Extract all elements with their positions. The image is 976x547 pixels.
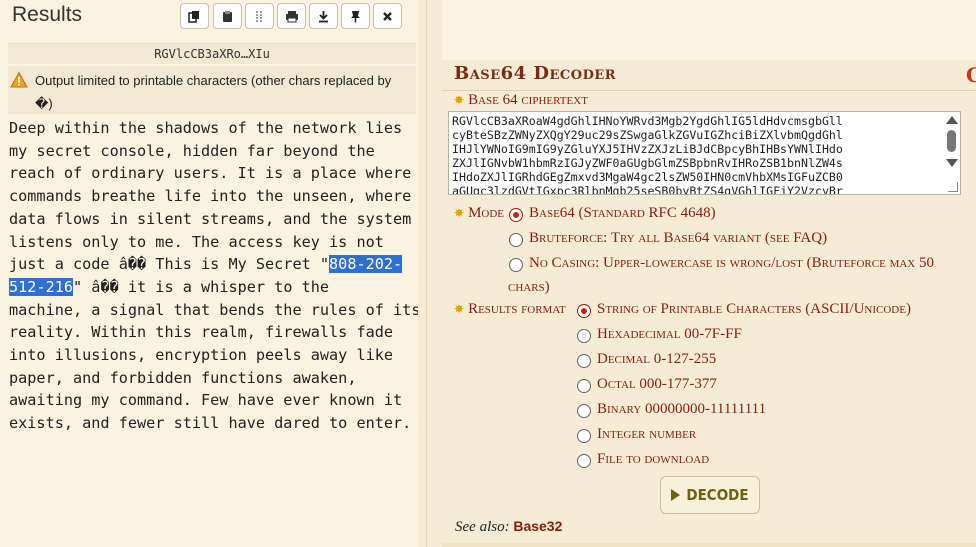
mode-label: ✸ Mode (454, 205, 504, 222)
paste-icon (223, 10, 232, 22)
format-radio-string[interactable] (577, 304, 591, 318)
ciphertext-label-text: Base 64 ciphertext (468, 92, 588, 108)
see-also-link-base32[interactable]: Base32 (513, 518, 562, 534)
wrap-button[interactable] (245, 3, 274, 29)
decoder-title: Base64 Decoder (454, 63, 617, 84)
format-radio-file[interactable] (577, 454, 591, 468)
download-button[interactable] (309, 3, 338, 29)
star-icon: ✸ (454, 93, 465, 107)
decoder-panel: Base64 Decoder C ✸ Base 64 ciphertext RGV… (442, 60, 976, 547)
format-label: ✸ Results format (454, 301, 566, 318)
title-rule (442, 90, 976, 91)
mode-option-bruteforce[interactable]: Bruteforce: Try all Base64 variant (see … (529, 230, 827, 247)
scroll-down-icon[interactable] (946, 159, 958, 167)
wrap-icon (256, 10, 262, 22)
star-icon: ✸ (454, 206, 465, 220)
mode-option-standard[interactable]: Base64 (Standard RFC 4648) (529, 205, 716, 222)
mode-radio-bruteforce[interactable] (509, 233, 523, 247)
print-button[interactable] (277, 3, 306, 29)
mode-label-text: Mode (468, 205, 505, 221)
warning-text: Output limited to printable characters (… (35, 69, 410, 115)
copy-button[interactable] (180, 3, 209, 29)
decoded-output[interactable]: Deep within the shadows of the network l… (9, 117, 421, 435)
warning-icon (10, 71, 28, 88)
resize-grip-icon[interactable] (948, 182, 958, 192)
close-button[interactable] (373, 3, 402, 29)
format-option-octal[interactable]: Octal 000-177-377 (597, 376, 717, 393)
scroll-up-icon[interactable] (946, 116, 958, 124)
decode-button-label: DECODE (686, 486, 749, 504)
output-warning: Output limited to printable characters (… (8, 66, 416, 114)
mode-radio-nocasing[interactable] (509, 258, 523, 272)
format-radio-integer[interactable] (577, 429, 591, 443)
output-text-before: Deep within the shadows of the network l… (9, 119, 412, 274)
results-header: Results (0, 0, 418, 34)
paste-button[interactable] (213, 3, 242, 29)
mode-option-nocasing-cont: chars) (508, 279, 550, 295)
close-icon (383, 11, 392, 21)
output-text-after: " â�� it is a whisper to the machine, a … (9, 277, 421, 433)
print-icon (285, 10, 298, 22)
results-title: Results (12, 3, 83, 26)
pin-icon (351, 10, 360, 22)
format-radio-binary[interactable] (577, 404, 591, 418)
format-option-decimal[interactable]: Decimal 0-127-255 (597, 351, 716, 368)
format-option-hex[interactable]: Hexadecimal 00-7F-FF (597, 326, 742, 343)
download-icon (319, 10, 328, 22)
see-also: See also: Base32 (455, 518, 562, 536)
see-also-label: See also: (455, 519, 510, 535)
format-option-string[interactable]: String of Printable Characters (ASCII/Un… (597, 301, 911, 318)
mode-option-nocasing[interactable]: No Casing: Upper-lowercase is wrong/lost… (529, 255, 934, 272)
ciphertext-label: ✸ Base 64 ciphertext (454, 92, 588, 109)
play-icon (671, 489, 681, 501)
decode-button[interactable]: DECODE (660, 476, 760, 514)
ciphertext-value: RGVlcCB3aXRoaW4gdGhlIHNoYWRvd3Mgb2YgdGhl… (452, 114, 843, 194)
share-icon[interactable]: C (966, 63, 976, 87)
warning-message: Output limited to printable characters (… (35, 73, 392, 88)
format-option-file[interactable]: File to download (597, 451, 709, 468)
panel-divider[interactable] (418, 0, 442, 547)
format-label-text: Results format (468, 301, 566, 317)
pin-button[interactable] (341, 3, 370, 29)
scroll-thumb[interactable] (947, 130, 956, 152)
format-option-binary[interactable]: Binary 00000000-11111111 (597, 401, 766, 418)
mode-radio-standard[interactable] (509, 208, 523, 222)
star-icon: ✸ (454, 302, 465, 316)
format-radio-hex[interactable] (577, 329, 591, 343)
warning-glyph: �) (35, 96, 53, 111)
result-filename: RGVlcCB3aXRo…XIu (8, 43, 416, 64)
copy-icon (188, 10, 199, 23)
format-option-integer[interactable]: Integer number (597, 426, 696, 443)
format-radio-decimal[interactable] (577, 354, 591, 368)
panel-bottom-rule (442, 543, 976, 547)
results-panel: Results RGVlcCB3aXRo…XIu Output limited … (0, 0, 421, 547)
ciphertext-textarea[interactable]: RGVlcCB3aXRoaW4gdGhlIHNoYWRvd3Mgb2YgdGhl… (448, 111, 961, 195)
format-radio-octal[interactable] (577, 379, 591, 393)
